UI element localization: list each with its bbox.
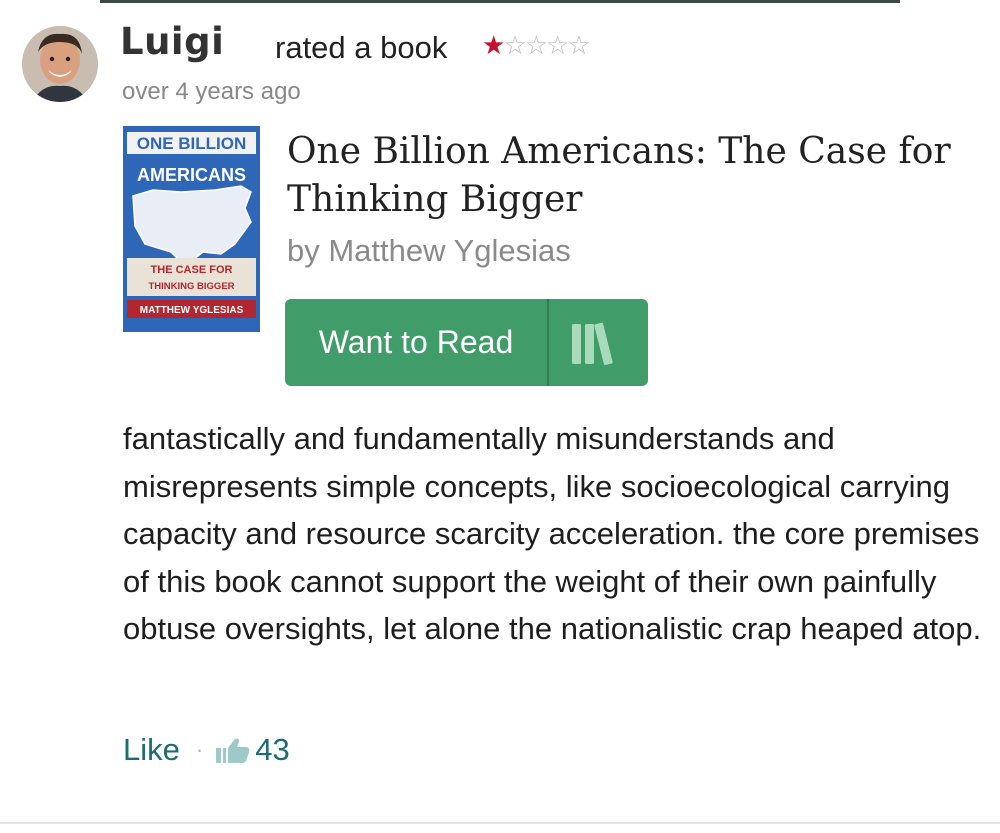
want-to-read-label: Want to Read bbox=[318, 324, 514, 360]
separator-dot: · bbox=[195, 737, 204, 762]
star-icon-2: ☆ bbox=[503, 31, 526, 61]
like-link[interactable]: Like bbox=[123, 732, 180, 768]
book-author[interactable]: by Matthew Yglesias bbox=[287, 233, 571, 269]
like-count[interactable]: 43 bbox=[255, 732, 289, 768]
cover-title-line2: AMERICANS bbox=[137, 165, 246, 185]
timestamp[interactable]: over 4 years ago bbox=[122, 78, 301, 106]
star-icon-1: ★ bbox=[482, 31, 505, 61]
want-to-read-button[interactable]: Want to Read bbox=[285, 299, 648, 386]
cover-title-line1: ONE BILLION bbox=[137, 134, 247, 153]
top-divider bbox=[100, 0, 900, 3]
avatar-image bbox=[22, 26, 98, 102]
book-cover[interactable]: ONE BILLION AMERICANS THE CASE FOR THINK… bbox=[123, 126, 260, 332]
bookshelf-icon[interactable] bbox=[549, 320, 648, 366]
bottom-divider bbox=[0, 822, 1000, 824]
review-footer: Like · 43 bbox=[123, 732, 290, 768]
cover-subtitle-line2: THINKING BIGGER bbox=[148, 281, 234, 292]
star-icon-5: ☆ bbox=[567, 31, 590, 61]
activity-action: rated a book bbox=[275, 30, 448, 65]
avatar[interactable] bbox=[22, 26, 98, 102]
username[interactable]: Luigi bbox=[120, 20, 224, 63]
star-icon-3: ☆ bbox=[524, 31, 548, 61]
thumbs-up-icon bbox=[215, 736, 251, 764]
cover-subtitle-line1: THE CASE FOR bbox=[151, 264, 233, 276]
star-icon-4: ☆ bbox=[545, 31, 569, 61]
star-rating: ★☆☆☆☆ bbox=[482, 31, 591, 61]
cover-author: MATTHEW YGLESIAS bbox=[140, 305, 244, 316]
review-text: fantastically and fundamentally misunder… bbox=[123, 421, 982, 646]
book-title[interactable]: One Billion Americans: The Case for Thin… bbox=[287, 128, 977, 224]
